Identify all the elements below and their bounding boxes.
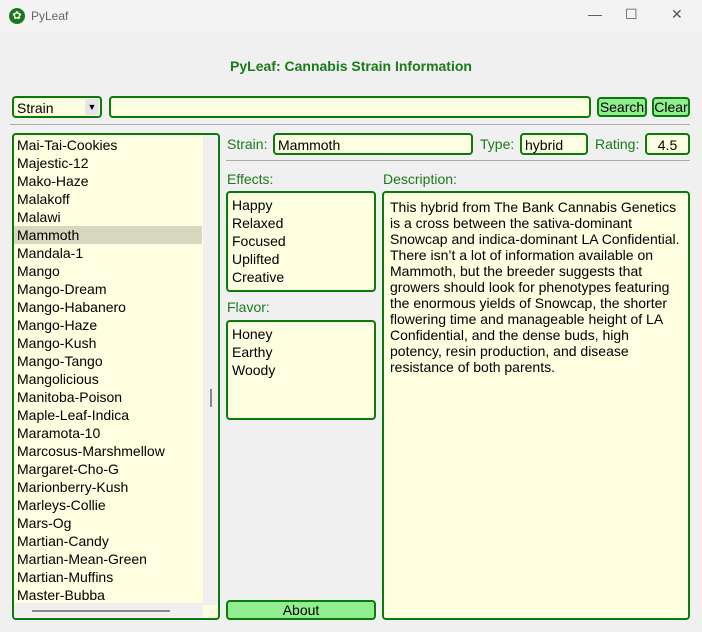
list-item[interactable]: Mandala-1 [14,244,202,262]
page-title: PyLeaf: Cannabis Strain Information [230,58,472,74]
vertical-scrollbar[interactable] [203,135,218,605]
list-item[interactable]: Mango-Habanero [14,298,202,316]
list-item[interactable]: Mango-Tango [14,352,202,370]
list-item[interactable]: Mango [14,262,202,280]
about-button[interactable]: About [226,600,376,620]
title-bar: ✿ PyLeaf — ☐ ✕ [0,0,702,32]
list-item[interactable]: Majestic-12 [14,154,202,172]
list-item[interactable]: Marleys-Collie [14,496,202,514]
list-item[interactable]: Mango-Dream [14,280,202,298]
list-item[interactable]: Manitoba-Poison [14,388,202,406]
divider [10,124,690,125]
description-label: Description: [383,171,457,187]
effects-label: Effects: [227,171,274,187]
list-item[interactable]: Mai-Tai-Cookies [14,136,202,154]
effect-item: Uplifted [232,251,280,267]
effect-item: Focused [232,233,286,249]
clear-button[interactable]: Clear [652,97,690,117]
list-item[interactable]: Marcosus-Marshmellow [14,442,202,460]
list-item[interactable]: Maramota-10 [14,424,202,442]
rating-field[interactable]: 4.5 [645,133,690,155]
search-mode-select[interactable]: Strain ▼ [12,96,102,118]
window-title: PyLeaf [31,9,69,23]
close-button[interactable]: ✕ [671,6,683,23]
scrollbar-thumb[interactable] [210,389,212,407]
minimize-button[interactable]: — [588,6,602,22]
rating-label: Rating: [595,136,640,152]
type-label: Type: [480,136,515,152]
list-item[interactable]: Malawi [14,208,202,226]
flavor-item: Honey [232,326,273,342]
effect-item: Creative [232,269,285,285]
leaf-logo-icon: ✿ [9,8,25,24]
strain-label: Strain: [227,136,268,152]
list-item[interactable]: Marionberry-Kush [14,478,202,496]
list-item[interactable]: Martian-Muffins [14,568,202,586]
horizontal-scrollbar[interactable] [14,603,203,618]
search-input[interactable] [109,96,591,118]
type-field[interactable]: hybrid [520,133,588,155]
list-item[interactable]: Mango-Haze [14,316,202,334]
maximize-button[interactable]: ☐ [625,6,638,23]
scrollbar-thumb[interactable] [32,610,170,612]
effect-item: Happy [232,197,273,213]
list-item[interactable]: Martian-Mean-Green [14,550,202,568]
list-item[interactable]: Master-Bubba [14,586,202,604]
list-item[interactable]: Mammoth [14,226,202,244]
list-item[interactable]: Mangolicious [14,370,202,388]
list-item[interactable]: Mako-Haze [14,172,202,190]
list-item[interactable]: Maple-Leaf-Indica [14,406,202,424]
flavor-box[interactable]: Honey Earthy Woody [226,320,376,420]
strain-field[interactable]: Mammoth [273,133,473,155]
list-item[interactable]: Martian-Candy [14,532,202,550]
list-item[interactable]: Mars-Og [14,514,202,532]
search-button[interactable]: Search [597,97,647,117]
flavor-item: Earthy [232,344,273,360]
chevron-down-icon: ▼ [85,99,99,115]
description-box[interactable]: This hybrid from The Bank Cannabis Genet… [382,191,690,620]
search-mode-value: Strain [17,100,54,116]
strain-list[interactable]: Mai-Tai-Cookies Majestic-12 Mako-Haze Malak… [12,133,220,620]
flavor-label: Flavor: [227,299,270,315]
list-item[interactable]: Margaret-Cho-G [14,460,202,478]
list-item[interactable]: Mango-Kush [14,334,202,352]
list-item[interactable]: Malakoff [14,190,202,208]
effects-box[interactable]: Happy Relaxed Focused Uplifted Creative [226,191,376,292]
flavor-item: Woody [232,362,276,378]
divider [226,160,690,161]
effect-item: Relaxed [232,215,284,231]
